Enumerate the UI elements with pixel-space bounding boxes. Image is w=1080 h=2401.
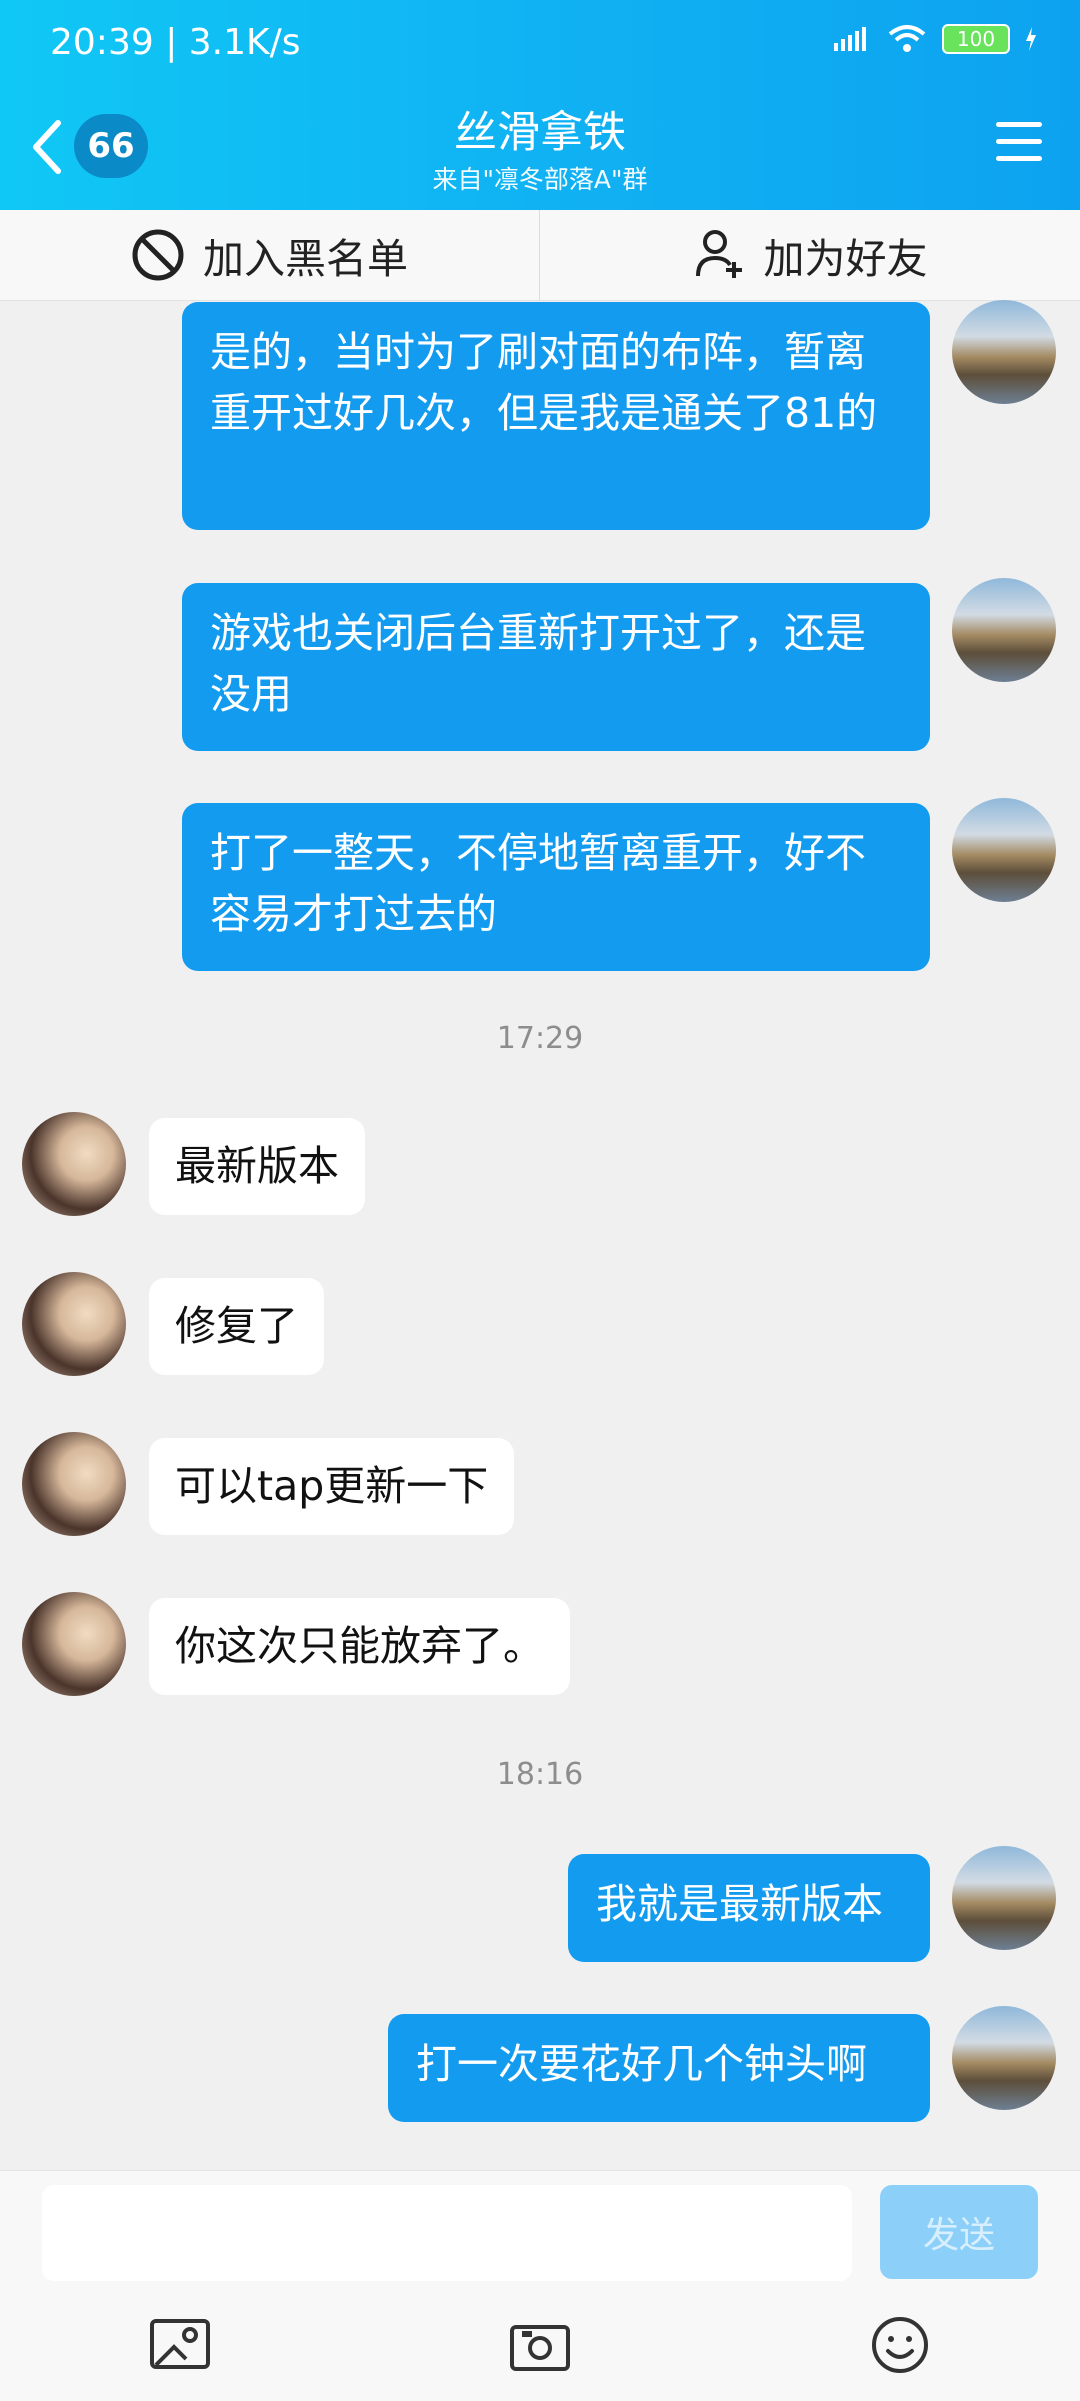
timestamp: 17:29 xyxy=(496,1021,584,1056)
chat-header: 20:39 | 3.1K/s 100 66 丝滑拿铁 来自"凛冬部落A"群 xyxy=(0,0,1080,210)
self-avatar[interactable] xyxy=(952,1846,1056,1950)
emoji-button[interactable] xyxy=(868,2313,932,2377)
image-button[interactable] xyxy=(148,2313,212,2377)
composer-bar: 发送 xyxy=(0,2170,1080,2401)
send-button[interactable]: 发送 xyxy=(880,2185,1038,2279)
battery-level: 100 xyxy=(956,27,996,51)
contact-avatar[interactable] xyxy=(22,1272,126,1376)
contact-avatar[interactable] xyxy=(22,1432,126,1536)
contact-avatar[interactable] xyxy=(22,1112,126,1216)
battery-icon: 100 xyxy=(942,24,1010,54)
charging-icon xyxy=(1026,27,1036,51)
message-bubble-incoming[interactable]: 你这次只能放弃了。 xyxy=(149,1598,570,1695)
self-avatar[interactable] xyxy=(952,300,1056,404)
emoji-icon xyxy=(872,2317,928,2373)
menu-icon xyxy=(996,122,1042,127)
message-input[interactable] xyxy=(42,2185,852,2281)
message-bubble-outgoing[interactable]: 打了一整天，不停地暂离重开，好不容易才打过去的 xyxy=(182,803,930,971)
message-bubble-outgoing[interactable]: 打一次要花好几个钟头啊 xyxy=(388,2014,930,2122)
chat-title: 丝滑拿铁 xyxy=(454,108,626,158)
message-bubble-outgoing[interactable]: 是的，当时为了刷对面的布阵，暂离重开过好几次，但是我是通关了81的 xyxy=(182,302,930,530)
self-avatar[interactable] xyxy=(952,2006,1056,2110)
message-bubble-incoming[interactable]: 最新版本 xyxy=(149,1118,365,1215)
timestamp: 18:16 xyxy=(496,1757,584,1792)
block-icon xyxy=(132,229,184,281)
chat-subtitle: 来自"凛冬部落A"群 xyxy=(432,165,648,194)
status-time-speed: 20:39 | 3.1K/s xyxy=(50,22,301,63)
profile-action-bar: 加入黑名单 加为好友 xyxy=(0,210,1080,301)
wifi-icon xyxy=(888,25,926,52)
self-avatar[interactable] xyxy=(952,798,1056,902)
message-bubble-incoming[interactable]: 可以tap更新一下 xyxy=(149,1438,515,1535)
camera-icon xyxy=(510,2325,570,2371)
self-avatar[interactable] xyxy=(952,578,1056,682)
camera-button[interactable] xyxy=(508,2313,572,2377)
add-friend-label: 加为好友 xyxy=(763,235,928,283)
add-friend-button[interactable]: 加为好友 xyxy=(540,210,1079,300)
status-icons: 100 xyxy=(832,24,1038,54)
contact-avatar[interactable] xyxy=(22,1592,126,1696)
blacklist-label: 加入黑名单 xyxy=(203,235,408,283)
signal-icon xyxy=(834,27,866,51)
blacklist-button[interactable]: 加入黑名单 xyxy=(0,210,539,300)
message-bubble-incoming[interactable]: 修复了 xyxy=(149,1278,324,1375)
image-icon xyxy=(150,2319,210,2369)
add-user-icon xyxy=(695,230,742,278)
menu-button[interactable] xyxy=(996,122,1042,162)
message-bubble-outgoing[interactable]: 游戏也关闭后台重新打开过了，还是没用 xyxy=(182,583,930,751)
message-bubble-outgoing[interactable]: 我就是最新版本 xyxy=(568,1854,930,1962)
